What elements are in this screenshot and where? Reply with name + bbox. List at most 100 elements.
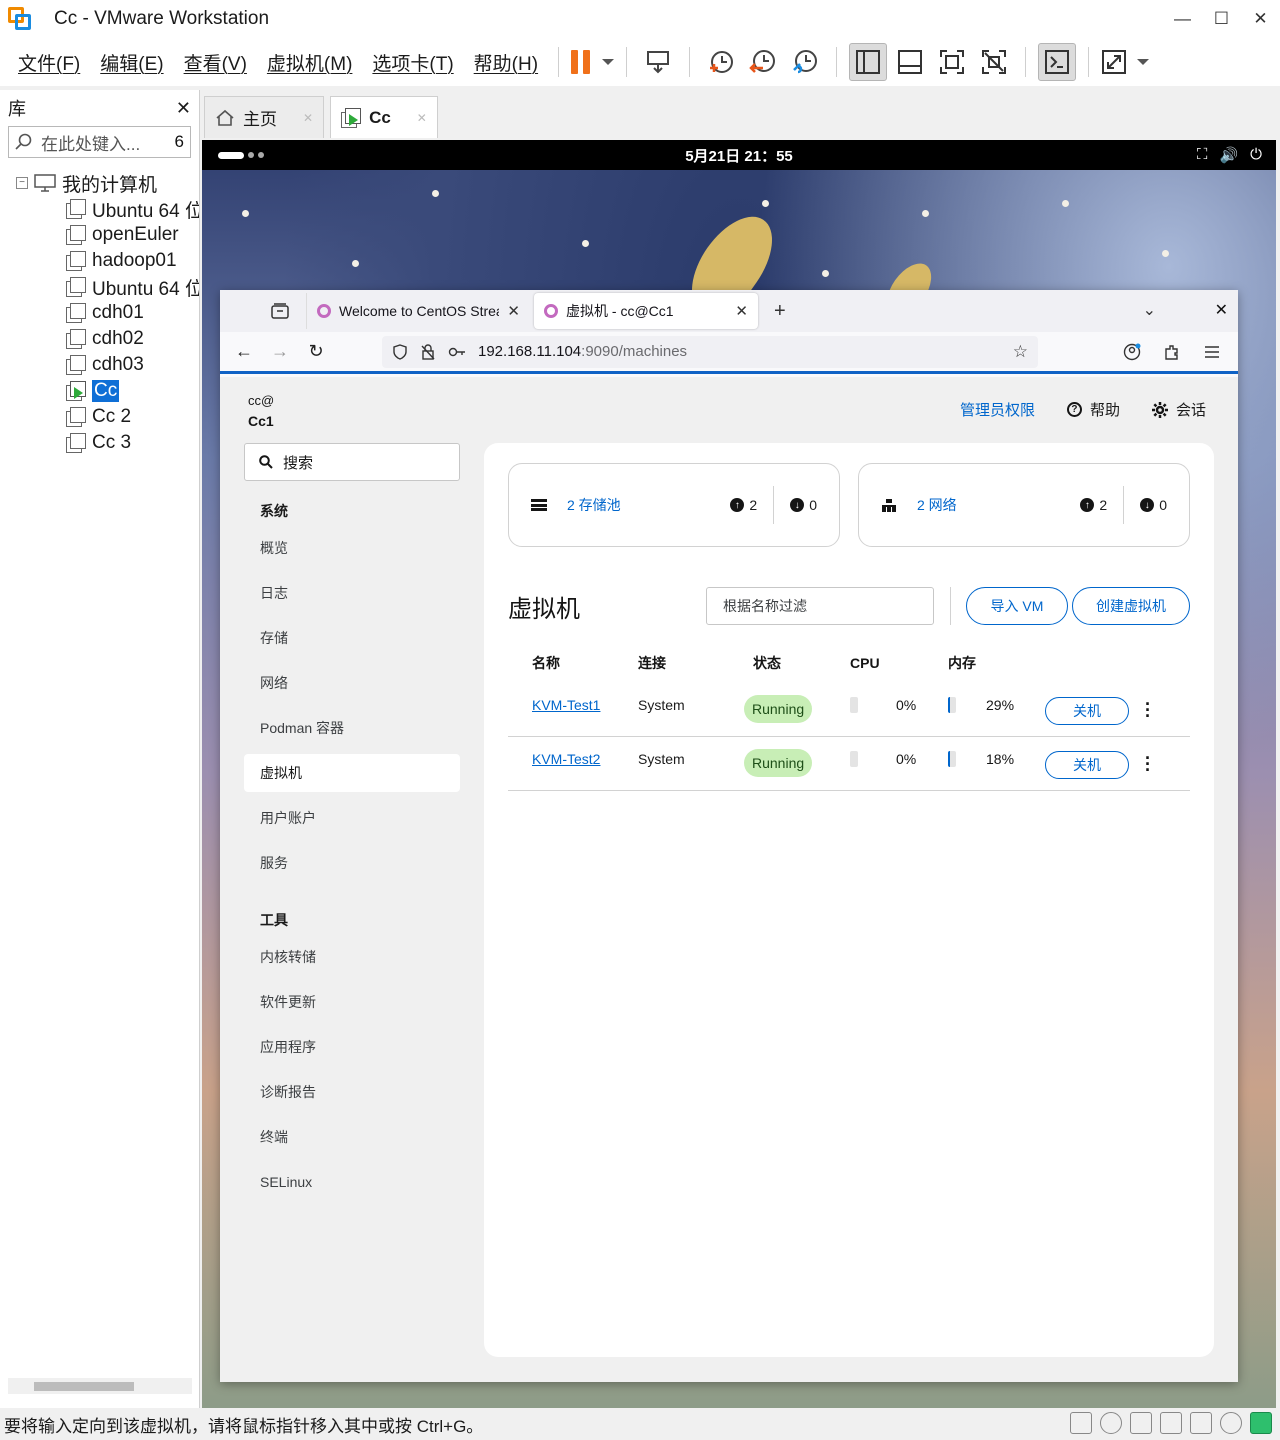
- memory-usage-bar: [948, 697, 956, 713]
- show-library-button[interactable]: [849, 43, 888, 81]
- menu-edit[interactable]: 编辑(E): [90, 49, 173, 76]
- system-tray[interactable]: ⛶ 🔊 ⏻: [1197, 146, 1262, 164]
- sidebar-item-overview[interactable]: 概览: [244, 529, 460, 567]
- sidebar-item-software-updates[interactable]: 软件更新: [244, 983, 460, 1021]
- shutdown-button[interactable]: 关机: [1045, 697, 1129, 725]
- sound-card-icon[interactable]: [1190, 1412, 1212, 1434]
- snapshot-revert-button[interactable]: [744, 43, 782, 81]
- networks-link[interactable]: 2 网络: [917, 495, 957, 515]
- kebab-menu-icon[interactable]: · · ·: [1144, 695, 1152, 725]
- menu-tabs[interactable]: 选项卡(T): [362, 49, 463, 76]
- new-tab-button[interactable]: +: [774, 300, 786, 323]
- full-screen-button[interactable]: [933, 43, 971, 81]
- library-search-input[interactable]: 在此处键入... 6: [8, 126, 191, 158]
- snapshot-manager-button[interactable]: [786, 43, 824, 81]
- vm-name-filter-input[interactable]: 根据名称过滤: [706, 587, 934, 625]
- tab-cc[interactable]: Cc ✕: [330, 96, 438, 138]
- shutdown-button[interactable]: 关机: [1045, 751, 1129, 779]
- admin-access-button[interactable]: 管理员权限: [960, 399, 1035, 420]
- sidebar-item-applications[interactable]: 应用程序: [244, 1028, 460, 1066]
- suspend-button[interactable]: [571, 43, 615, 81]
- tree-item-vm[interactable]: openEuler: [0, 222, 199, 248]
- message-log-icon[interactable]: [1250, 1412, 1272, 1434]
- import-vm-button[interactable]: 导入 VM: [966, 587, 1068, 625]
- sidebar-item-terminal[interactable]: 终端: [244, 1118, 460, 1156]
- tab-close-icon[interactable]: ✕: [417, 111, 427, 125]
- url-bar[interactable]: 192.168.11.104:9090/machines ☆: [382, 335, 1038, 368]
- tree-item-vm[interactable]: hadoop01: [0, 248, 199, 274]
- gnome-clock[interactable]: 5月21日 21：55: [202, 145, 1276, 166]
- back-button[interactable]: ←: [226, 336, 262, 368]
- storage-pools-link[interactable]: 2 存储池: [567, 495, 621, 515]
- library-close-button[interactable]: ✕: [176, 98, 191, 119]
- tab-close-button[interactable]: ✕: [507, 302, 520, 320]
- tree-item-vm[interactable]: cdh02: [0, 326, 199, 352]
- tree-root-my-computer[interactable]: − 我的计算机: [0, 170, 199, 196]
- close-button[interactable]: ✕: [1241, 0, 1280, 38]
- browser-tab-active[interactable]: 虚拟机 - cc@Cc1 ✕: [534, 293, 758, 329]
- storage-pools-inactive: ↓ 0: [773, 486, 817, 524]
- host-switcher[interactable]: cc@ Cc1: [248, 391, 274, 431]
- create-vm-button[interactable]: 创建虚拟机: [1072, 587, 1190, 625]
- wallpaper-star: [352, 260, 359, 267]
- menu-vm[interactable]: 虚拟机(M): [257, 49, 362, 76]
- kebab-menu-icon[interactable]: · · ·: [1144, 749, 1152, 779]
- list-all-tabs-button[interactable]: ⌄: [1143, 300, 1156, 320]
- show-thumbnail-bar-button[interactable]: [891, 43, 929, 81]
- display-icon[interactable]: [1220, 1412, 1242, 1434]
- sidebar-item-diagnostic-reports[interactable]: 诊断报告: [244, 1073, 460, 1111]
- sidebar-item-services[interactable]: 服务: [244, 844, 460, 882]
- sidebar-item-storage[interactable]: 存储: [244, 619, 460, 657]
- menu-view[interactable]: 查看(V): [174, 49, 257, 76]
- sidebar-item-accounts[interactable]: 用户账户: [244, 799, 460, 837]
- hard-disk-icon[interactable]: [1070, 1412, 1092, 1434]
- send-ctrl-alt-del-button[interactable]: [639, 43, 677, 81]
- sidebar-search-input[interactable]: 搜索: [244, 443, 460, 481]
- collapse-toggle[interactable]: −: [16, 177, 28, 189]
- minimize-button[interactable]: —: [1163, 0, 1202, 38]
- console-view-button[interactable]: [1038, 43, 1077, 81]
- guest-display[interactable]: 5月21日 21：55 ⛶ 🔊 ⏻ Welcome to CentOS Stre…: [202, 140, 1276, 1408]
- sidebar-item-logs[interactable]: 日志: [244, 574, 460, 612]
- browser-tab[interactable]: Welcome to CentOS Strea ✕: [306, 293, 530, 329]
- browser-close-button[interactable]: ✕: [1215, 300, 1228, 320]
- tree-item-vm[interactable]: cdh03: [0, 352, 199, 378]
- stretch-guest-button[interactable]: [1101, 43, 1150, 81]
- library-horizontal-scrollbar[interactable]: [8, 1378, 192, 1394]
- tree-item-vm[interactable]: Cc 3: [0, 430, 199, 456]
- unity-button[interactable]: [975, 43, 1013, 81]
- sidebar-item-networking[interactable]: 网络: [244, 664, 460, 702]
- bookmark-star-icon[interactable]: ☆: [1013, 342, 1028, 362]
- vm-name-link[interactable]: KVM-Test1: [532, 697, 600, 713]
- tab-close-button[interactable]: ✕: [735, 302, 748, 320]
- vms-heading: 虚拟机: [508, 596, 580, 623]
- sidebar-item-virtual-machines[interactable]: 虚拟机: [244, 754, 460, 792]
- network-adapter-icon[interactable]: [1130, 1412, 1152, 1434]
- tree-item-vm[interactable]: Ubuntu 64 位: [0, 196, 199, 222]
- app-menu-button[interactable]: [1194, 336, 1230, 368]
- menu-help[interactable]: 帮助(H): [464, 49, 548, 76]
- forward-button[interactable]: →: [262, 336, 298, 368]
- tree-item-vm[interactable]: cdh01: [0, 300, 199, 326]
- tree-item-vm[interactable]: Cc 2: [0, 404, 199, 430]
- vm-name-link[interactable]: KVM-Test2: [532, 751, 600, 767]
- account-button[interactable]: [1114, 336, 1150, 368]
- tab-close-icon[interactable]: ✕: [303, 111, 313, 125]
- menu-file[interactable]: 文件(F): [8, 49, 90, 76]
- scrollbar-thumb[interactable]: [34, 1382, 134, 1391]
- tab-home[interactable]: 主页 ✕: [204, 96, 325, 138]
- printer-icon[interactable]: [1160, 1412, 1182, 1434]
- maximize-button[interactable]: ☐: [1202, 0, 1241, 38]
- firefox-view-button[interactable]: [260, 295, 300, 327]
- cd-dvd-icon[interactable]: [1100, 1412, 1122, 1434]
- sidebar-item-kdump[interactable]: 内核转储: [244, 938, 460, 976]
- snapshot-take-button[interactable]: [702, 43, 740, 81]
- extensions-button[interactable]: [1154, 336, 1190, 368]
- reload-button[interactable]: ↻: [298, 336, 334, 368]
- sidebar-item-selinux[interactable]: SELinux: [244, 1163, 460, 1201]
- help-menu-button[interactable]: ? 帮助: [1066, 399, 1120, 420]
- sidebar-item-podman[interactable]: Podman 容器: [244, 709, 460, 747]
- tree-item-vm[interactable]: Ubuntu 64 位: [0, 274, 199, 300]
- session-menu-button[interactable]: 会话: [1151, 399, 1206, 420]
- tree-item-vm-selected[interactable]: Cc: [0, 378, 199, 404]
